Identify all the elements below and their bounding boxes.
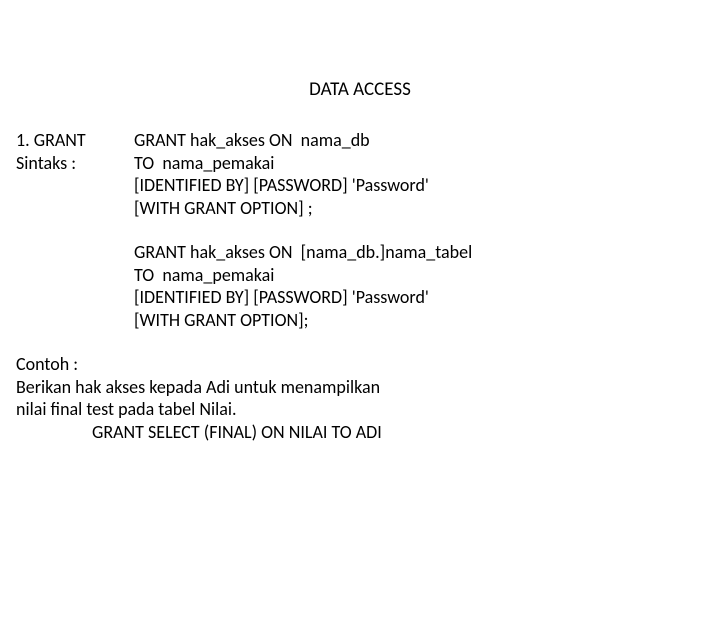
- left-column: 1. GRANT Sintaks :: [16, 129, 134, 174]
- slide-content: DATA ACCESS 1. GRANT Sintaks : GRANT hak…: [0, 78, 720, 443]
- syntax-column: GRANT hak_akses ON nama_db TO nama_pemak…: [134, 129, 720, 331]
- contoh-line: Berikan hak akses kepada Adi untuk menam…: [16, 376, 720, 399]
- contoh-section: Contoh : Berikan hak akses kepada Adi un…: [0, 353, 720, 443]
- syntax-line: [WITH GRANT OPTION];: [134, 309, 720, 332]
- slide-title: DATA ACCESS: [0, 78, 720, 101]
- syntax-line: [WITH GRANT OPTION] ;: [134, 197, 720, 220]
- syntax-block-1: GRANT hak_akses ON nama_db TO nama_pemak…: [134, 129, 720, 219]
- syntax-line: GRANT hak_akses ON nama_db: [134, 129, 720, 152]
- contoh-label: Contoh :: [16, 353, 720, 376]
- syntax-line: TO nama_pemakai: [134, 152, 720, 175]
- contoh-line: nilai final test pada tabel Nilai.: [16, 398, 720, 421]
- grant-section: 1. GRANT Sintaks : GRANT hak_akses ON na…: [0, 129, 720, 331]
- syntax-line: [IDENTIFIED BY] [PASSWORD] 'Password': [134, 174, 720, 197]
- contoh-query: GRANT SELECT (FINAL) ON NILAI TO ADI: [16, 421, 720, 444]
- syntax-line: GRANT hak_akses ON [nama_db.]nama_tabel: [134, 241, 720, 264]
- sintaks-label: Sintaks :: [16, 152, 134, 175]
- grant-row: 1. GRANT Sintaks : GRANT hak_akses ON na…: [16, 129, 720, 331]
- syntax-line: TO nama_pemakai: [134, 264, 720, 287]
- syntax-block-2: GRANT hak_akses ON [nama_db.]nama_tabel …: [134, 241, 720, 331]
- item-number: 1. GRANT: [16, 129, 134, 152]
- syntax-line: [IDENTIFIED BY] [PASSWORD] 'Password': [134, 286, 720, 309]
